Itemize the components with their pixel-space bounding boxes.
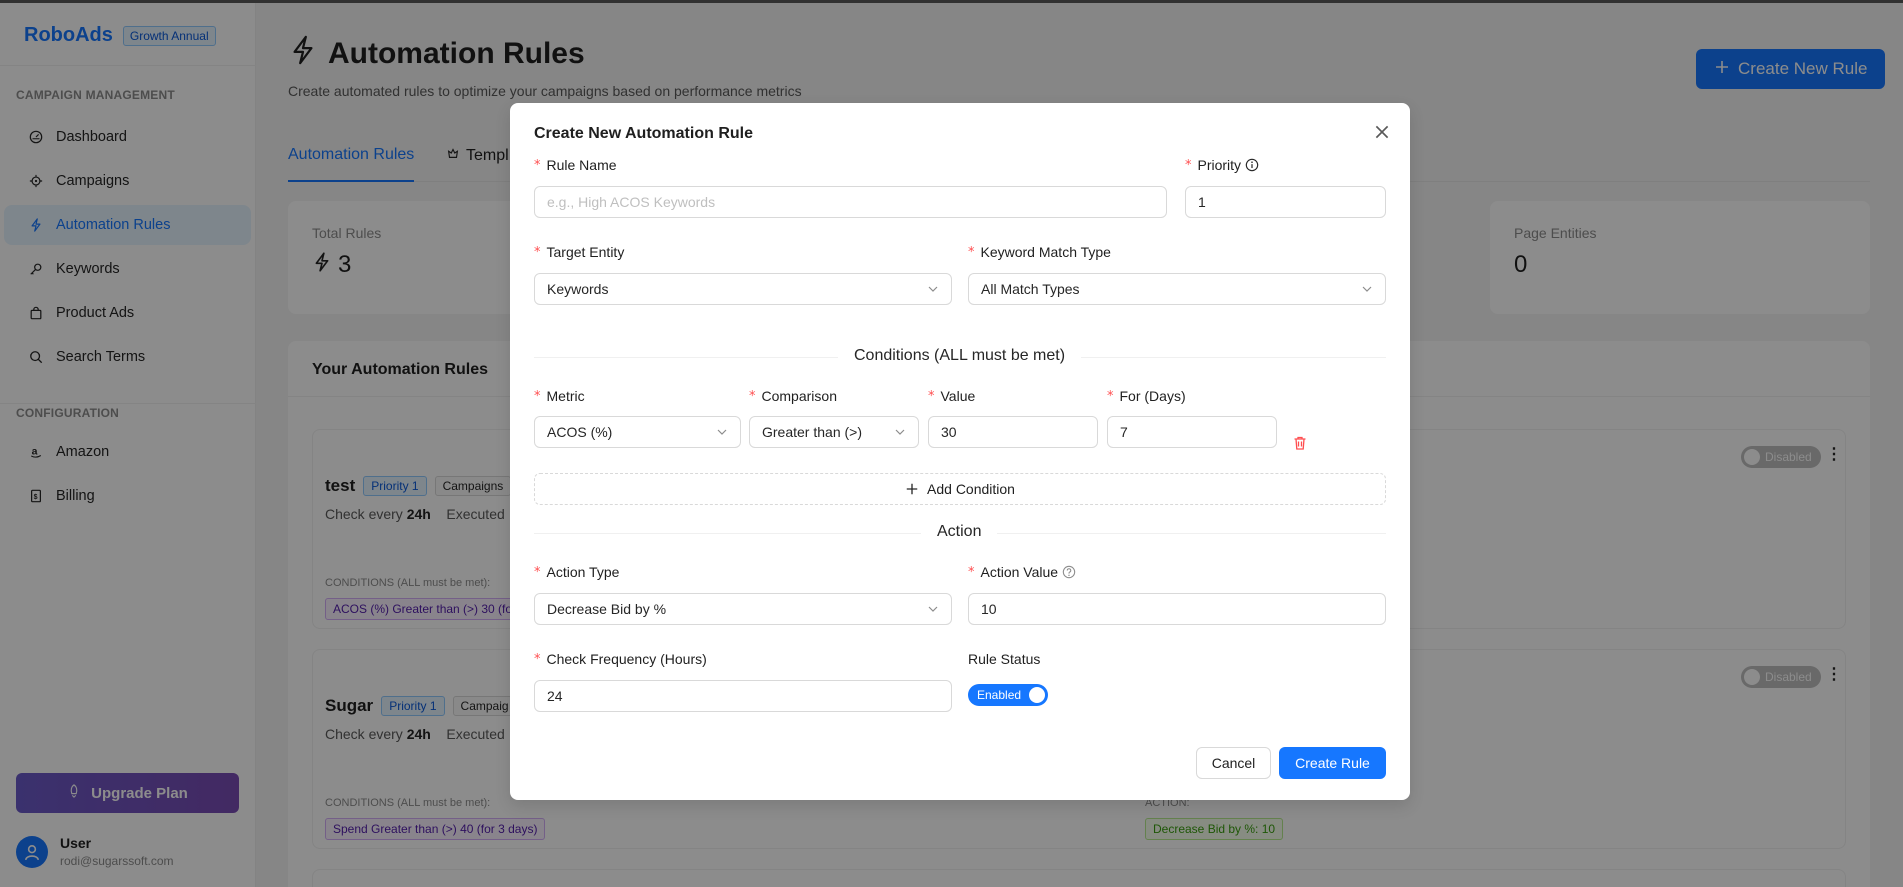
- add-condition-button[interactable]: Add Condition: [534, 473, 1386, 505]
- cancel-button[interactable]: Cancel: [1196, 747, 1271, 779]
- chevron-down-icon: [928, 286, 938, 292]
- action-value-label: * Action Value: [968, 564, 1076, 580]
- action-type-label: * Action Type: [534, 564, 620, 580]
- rule-status-label: Rule Status: [968, 651, 1041, 667]
- conditions-heading: Conditions (ALL must be met): [838, 347, 1082, 365]
- modal-title: Create New Automation Rule: [534, 125, 753, 142]
- chevron-down-icon: [928, 606, 938, 612]
- chevron-down-icon: [895, 429, 905, 435]
- action-heading: Action: [921, 523, 998, 541]
- comparison-select[interactable]: Greater than (>): [749, 416, 919, 448]
- info-icon[interactable]: [1245, 158, 1259, 172]
- metric-select[interactable]: ACOS (%): [534, 416, 741, 448]
- rule-status-switch[interactable]: Enabled: [968, 684, 1048, 706]
- chevron-down-icon: [717, 429, 727, 435]
- rule-name-input[interactable]: e.g., High ACOS Keywords: [534, 186, 1167, 218]
- keyword-match-type-select[interactable]: All Match Types: [968, 273, 1386, 305]
- plus-icon: [906, 483, 918, 495]
- create-rule-modal: Create New Automation Rule * Rule Name e.…: [510, 103, 1410, 800]
- priority-input[interactable]: 1: [1185, 186, 1386, 218]
- check-frequency-input[interactable]: 24: [534, 680, 952, 712]
- for-days-input[interactable]: 7: [1107, 416, 1277, 448]
- keyword-match-type-label: * Keyword Match Type: [968, 244, 1111, 260]
- target-entity-label: * Target Entity: [534, 244, 625, 260]
- check-frequency-label: * Check Frequency (Hours): [534, 651, 707, 667]
- metric-label: * Metric: [534, 388, 585, 404]
- comparison-label: * Comparison: [749, 388, 837, 404]
- delete-icon[interactable]: [1292, 435, 1308, 451]
- create-rule-button[interactable]: Create Rule: [1279, 747, 1386, 779]
- chevron-down-icon: [1362, 286, 1372, 292]
- target-entity-select[interactable]: Keywords: [534, 273, 952, 305]
- priority-label: * Priority: [1185, 157, 1259, 173]
- action-value-input[interactable]: 10: [968, 593, 1386, 625]
- for-days-label: * For (Days): [1107, 388, 1186, 404]
- close-icon[interactable]: [1373, 123, 1391, 141]
- question-icon[interactable]: [1062, 565, 1076, 579]
- value-label: * Value: [928, 388, 976, 404]
- rule-name-label: * Rule Name: [534, 157, 617, 173]
- action-type-select[interactable]: Decrease Bid by %: [534, 593, 952, 625]
- value-input[interactable]: 30: [928, 416, 1098, 448]
